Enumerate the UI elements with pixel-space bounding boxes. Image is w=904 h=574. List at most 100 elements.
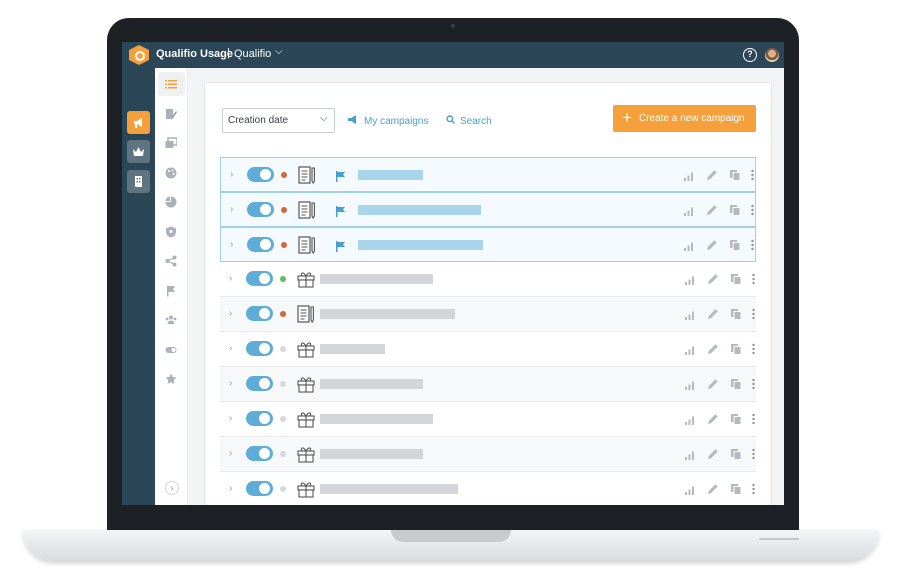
duplicate-icon[interactable]	[730, 412, 742, 430]
shield-icon[interactable]	[165, 226, 177, 238]
table-row[interactable]: ›	[220, 367, 756, 402]
edit-icon[interactable]	[707, 307, 719, 325]
gallery-icon[interactable]	[165, 137, 177, 149]
table-row[interactable]: ›	[220, 227, 756, 262]
table-row[interactable]: ›	[220, 332, 756, 367]
campaign-name-redacted[interactable]	[358, 240, 483, 250]
expand-row-icon[interactable]: ›	[229, 413, 232, 424]
campaign-name-redacted[interactable]	[320, 449, 423, 459]
campaign-active-toggle[interactable]	[247, 202, 274, 217]
expand-row-icon[interactable]: ›	[229, 308, 232, 319]
expand-row-icon[interactable]: ›	[229, 343, 232, 354]
stats-icon[interactable]	[685, 482, 695, 500]
campaign-name-redacted[interactable]	[320, 344, 385, 354]
chevron-down-icon[interactable]: ⌵	[320, 113, 328, 124]
campaign-active-toggle[interactable]	[246, 411, 273, 426]
duplicate-icon[interactable]	[730, 377, 742, 395]
duplicate-icon[interactable]	[729, 168, 741, 186]
more-icon[interactable]	[751, 168, 754, 186]
duplicate-icon[interactable]	[730, 342, 742, 360]
rail-item-campaigns[interactable]	[127, 111, 150, 134]
edit-icon[interactable]	[707, 482, 719, 500]
duplicate-icon[interactable]	[729, 238, 741, 256]
table-row[interactable]: ›	[220, 297, 756, 332]
campaign-name-redacted[interactable]	[320, 309, 455, 319]
duplicate-icon[interactable]	[730, 307, 742, 325]
more-icon[interactable]	[752, 377, 755, 395]
edit-icon[interactable]	[707, 342, 719, 360]
create-campaign-button[interactable]: + Create a new campaign	[613, 105, 756, 132]
users-icon[interactable]	[165, 314, 177, 326]
share-icon[interactable]	[165, 255, 177, 267]
table-row[interactable]: ›	[220, 192, 756, 227]
stats-icon[interactable]	[685, 412, 695, 430]
more-icon[interactable]	[751, 203, 754, 221]
search-link[interactable]: Search	[446, 115, 492, 127]
palette-icon[interactable]	[165, 167, 177, 179]
edit-icon[interactable]	[707, 377, 719, 395]
chevron-down-icon[interactable]: ⌵	[275, 46, 283, 57]
campaign-active-toggle[interactable]	[246, 481, 273, 496]
more-icon[interactable]	[752, 447, 755, 465]
edit-icon[interactable]	[706, 238, 718, 256]
star-icon[interactable]	[165, 373, 177, 385]
edit-icon[interactable]	[165, 108, 177, 120]
table-row[interactable]: ›	[220, 402, 756, 437]
table-row[interactable]: ›	[220, 157, 756, 192]
pie-chart-icon[interactable]	[165, 196, 177, 208]
table-row[interactable]: ›	[220, 472, 756, 505]
edit-icon[interactable]	[707, 412, 719, 430]
expand-row-icon[interactable]: ›	[230, 239, 233, 250]
stats-icon[interactable]	[684, 238, 694, 256]
campaign-active-toggle[interactable]	[246, 306, 273, 321]
edit-icon[interactable]	[707, 447, 719, 465]
expand-row-icon[interactable]: ›	[230, 204, 233, 215]
campaign-active-toggle[interactable]	[246, 271, 273, 286]
expand-row-icon[interactable]: ›	[230, 169, 233, 180]
rail-item-organization[interactable]	[127, 170, 150, 193]
campaign-active-toggle[interactable]	[246, 446, 273, 461]
stats-icon[interactable]	[685, 447, 695, 465]
stats-icon[interactable]	[685, 272, 695, 290]
expand-row-icon[interactable]: ›	[229, 378, 232, 389]
flag-icon[interactable]	[165, 285, 177, 297]
campaign-name-redacted[interactable]	[320, 414, 433, 424]
campaign-name-redacted[interactable]	[320, 274, 433, 284]
campaign-name-redacted[interactable]	[358, 170, 423, 180]
more-icon[interactable]	[751, 238, 754, 256]
organization-name[interactable]: Qualifio	[234, 48, 271, 60]
list-icon[interactable]	[165, 78, 177, 90]
table-row[interactable]: ›	[220, 262, 756, 297]
rail-item-premium[interactable]	[127, 140, 150, 163]
stats-icon[interactable]	[684, 203, 694, 221]
campaign-active-toggle[interactable]	[246, 376, 273, 391]
sort-select[interactable]: Creation date	[222, 108, 335, 133]
my-campaigns-filter[interactable]: My campaigns	[348, 115, 428, 127]
expand-row-icon[interactable]: ›	[229, 448, 232, 459]
edit-icon[interactable]	[706, 168, 718, 186]
campaign-active-toggle[interactable]	[246, 341, 273, 356]
campaign-name-redacted[interactable]	[320, 379, 423, 389]
more-icon[interactable]	[752, 342, 755, 360]
sidebar-collapse-button[interactable]: ›	[165, 481, 179, 495]
avatar[interactable]	[765, 48, 779, 62]
edit-icon[interactable]	[706, 203, 718, 221]
campaign-active-toggle[interactable]	[247, 167, 274, 182]
campaign-name-redacted[interactable]	[358, 205, 481, 215]
campaign-active-toggle[interactable]	[247, 237, 274, 252]
duplicate-icon[interactable]	[730, 482, 742, 500]
more-icon[interactable]	[752, 412, 755, 430]
duplicate-icon[interactable]	[730, 272, 742, 290]
duplicate-icon[interactable]	[730, 447, 742, 465]
more-icon[interactable]	[752, 272, 755, 290]
more-icon[interactable]	[752, 482, 755, 500]
qualifio-logo-icon[interactable]	[129, 45, 149, 65]
table-row[interactable]: ›	[220, 437, 756, 472]
more-icon[interactable]	[752, 307, 755, 325]
campaign-name-redacted[interactable]	[320, 484, 458, 494]
duplicate-icon[interactable]	[729, 203, 741, 221]
toggle-icon[interactable]	[165, 344, 177, 356]
stats-icon[interactable]	[684, 168, 694, 186]
stats-icon[interactable]	[685, 377, 695, 395]
edit-icon[interactable]	[707, 272, 719, 290]
